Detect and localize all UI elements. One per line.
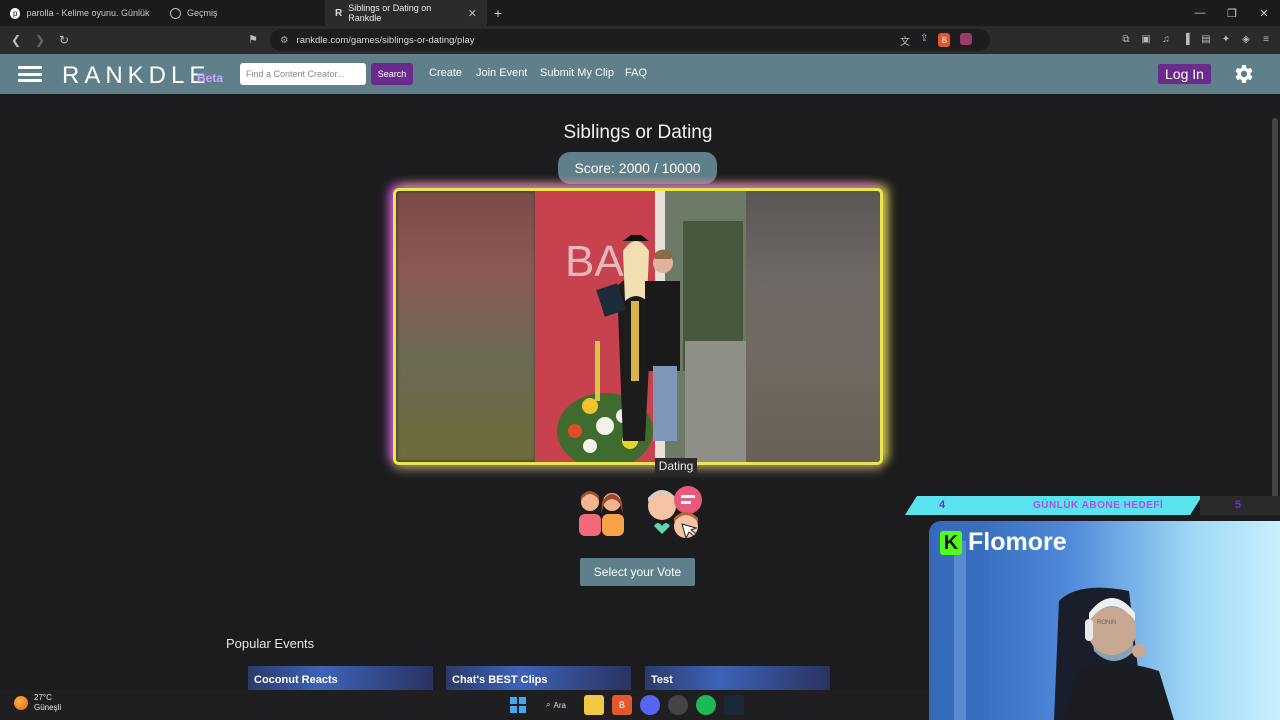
address-bar-row: ❮ ❯ ↻ ⚑ ⚙ rankdle.com/games/siblings-or-… [0,26,1280,54]
event-card[interactable]: Coconut Reacts [248,666,433,690]
nav-faq[interactable]: FAQ [625,67,647,79]
tab-title: parolla - Kelime oyunu. Günlük kelim [26,8,150,18]
site-favicon-icon: p [10,7,21,19]
reading-list-icon[interactable]: ▤ [1200,32,1212,46]
brave-rewards-icon[interactable] [960,33,973,45]
event-card[interactable]: Chat's BEST Clips [446,666,631,690]
couple-photo-illustration: BA [535,191,746,462]
event-card-title: Chat's BEST Clips [452,674,548,686]
page-scrollbar[interactable] [1272,118,1278,498]
blurred-background-left [396,191,536,462]
goal-text: GÜNLÜK ABONE HEDEFİ [1033,500,1164,511]
spotify-icon[interactable] [696,695,716,715]
search-icon: ⌕ [546,700,551,709]
url-text: rankdle.com/games/siblings-or-dating/pla… [296,34,475,46]
weather-widget[interactable]: 27°C Güneşli [14,693,61,713]
restore-button[interactable]: ❐ [1216,0,1248,26]
dating-couple-icon[interactable] [642,480,706,544]
media-icon[interactable]: ♫ [1160,32,1172,46]
brave-shield-icon[interactable]: B [938,33,951,47]
nav-submit-my-clip[interactable]: Submit My Clip [540,67,614,79]
settings-gear-icon[interactable] [1231,62,1255,86]
login-button[interactable]: Log In [1158,64,1211,84]
beta-badge: Beta [197,71,224,85]
event-card[interactable]: Test [645,666,830,690]
select-vote-button[interactable]: Select your Vote [580,558,695,586]
browser-tab-bar: p parolla - Kelime oyunu. Günlük kelim G… [0,0,1280,26]
browser-toolbar-right: ⧉ ▣ ♫ ▐ ▤ ✦ ◈ ≡ [1120,32,1272,46]
close-window-button[interactable]: ✕ [1248,0,1280,26]
kick-logo-icon: K [940,530,962,555]
bookmark-icon[interactable]: ⚑ [248,33,258,46]
channel-name: Flomore [968,528,1067,556]
minimize-button[interactable]: — [1184,0,1216,26]
popular-events-heading: Popular Events [226,636,315,651]
discord-icon[interactable] [640,695,660,715]
vote-tooltip: Dating [655,458,697,475]
site-logo[interactable]: RANKDLE [62,62,210,90]
close-tab-icon[interactable]: ✕ [468,7,477,20]
wallet-icon[interactable]: ▣ [1140,32,1152,46]
steam-icon[interactable] [724,695,744,715]
taskbar-search-label: Ara [553,700,566,710]
url-field[interactable]: ⚙ rankdle.com/games/siblings-or-dating/p… [270,29,990,51]
couple-photo: BA [535,191,746,462]
svg-text:BA: BA [565,237,624,286]
reload-icon[interactable]: ↻ [54,30,74,50]
nav-join-event[interactable]: Join Event [476,67,527,79]
new-tab-button[interactable]: + [487,5,509,21]
sub-goal-bar: 4 GÜNLÜK ABONE HEDEFİ [905,496,1202,515]
blurred-background-right [740,191,880,462]
windows-start-icon[interactable] [508,695,528,715]
sidebar-icon[interactable]: ▐ [1180,32,1192,46]
creator-search-input[interactable] [240,63,366,85]
tab-title: Siblings or Dating on Rankdle [348,3,432,23]
extensions-icon[interactable]: ⧉ [1120,32,1132,46]
goal-current: 4 [939,499,946,511]
nav-create[interactable]: Create [429,67,462,79]
rankdle-favicon-icon: R [335,7,343,19]
taskbar-apps: ⌕ Ara B [508,695,744,715]
score-display: Score: 2000 / 10000 [558,152,717,184]
back-icon[interactable]: ❮ [6,30,26,50]
taskbar-search[interactable]: ⌕ Ara [536,695,576,715]
game-title: Siblings or Dating [563,122,713,143]
os-taskbar [0,690,929,720]
sub-goal-tail: 5 [1200,496,1280,515]
translate-icon[interactable]: 文 [900,33,910,48]
search-button[interactable]: Search [371,63,413,85]
hamburger-menu-icon[interactable] [18,66,42,82]
clip-frame: BA [393,188,883,465]
goal-target: 5 [1235,499,1242,511]
channel-brand: K Flomore [940,528,1067,557]
history-icon [170,7,181,19]
file-explorer-icon[interactable] [584,695,604,715]
tab-title: Geçmiş [187,8,218,18]
vpn-icon[interactable]: ◈ [1240,32,1252,46]
site-header: RANKDLE Beta Search Create Join Event Su… [0,54,1280,94]
weather-temperature: 27°C [34,693,52,702]
brave-browser-icon[interactable]: B [612,695,632,715]
window-controls: — ❐ ✕ [1184,0,1280,26]
browser-tab-active[interactable]: R Siblings or Dating on Rankdle ✕ [325,0,487,26]
weather-condition: Güneşli [34,703,62,712]
leo-ai-icon[interactable]: ✦ [1220,32,1232,46]
svg-text:RONIN: RONIN [1097,620,1116,626]
share-icon[interactable]: ⇪ [920,33,928,48]
obs-icon[interactable] [668,695,688,715]
menu-icon[interactable]: ≡ [1260,32,1272,46]
siblings-icon[interactable] [570,480,634,544]
event-card-title: Coconut Reacts [254,674,338,686]
browser-tab[interactable]: p parolla - Kelime oyunu. Günlük kelim [0,0,160,26]
forward-icon[interactable]: ❯ [30,30,50,50]
browser-tab[interactable]: Geçmiş [160,0,325,26]
sun-icon [14,696,28,710]
event-card-title: Test [651,674,673,686]
site-settings-icon[interactable]: ⚙ [280,35,289,46]
